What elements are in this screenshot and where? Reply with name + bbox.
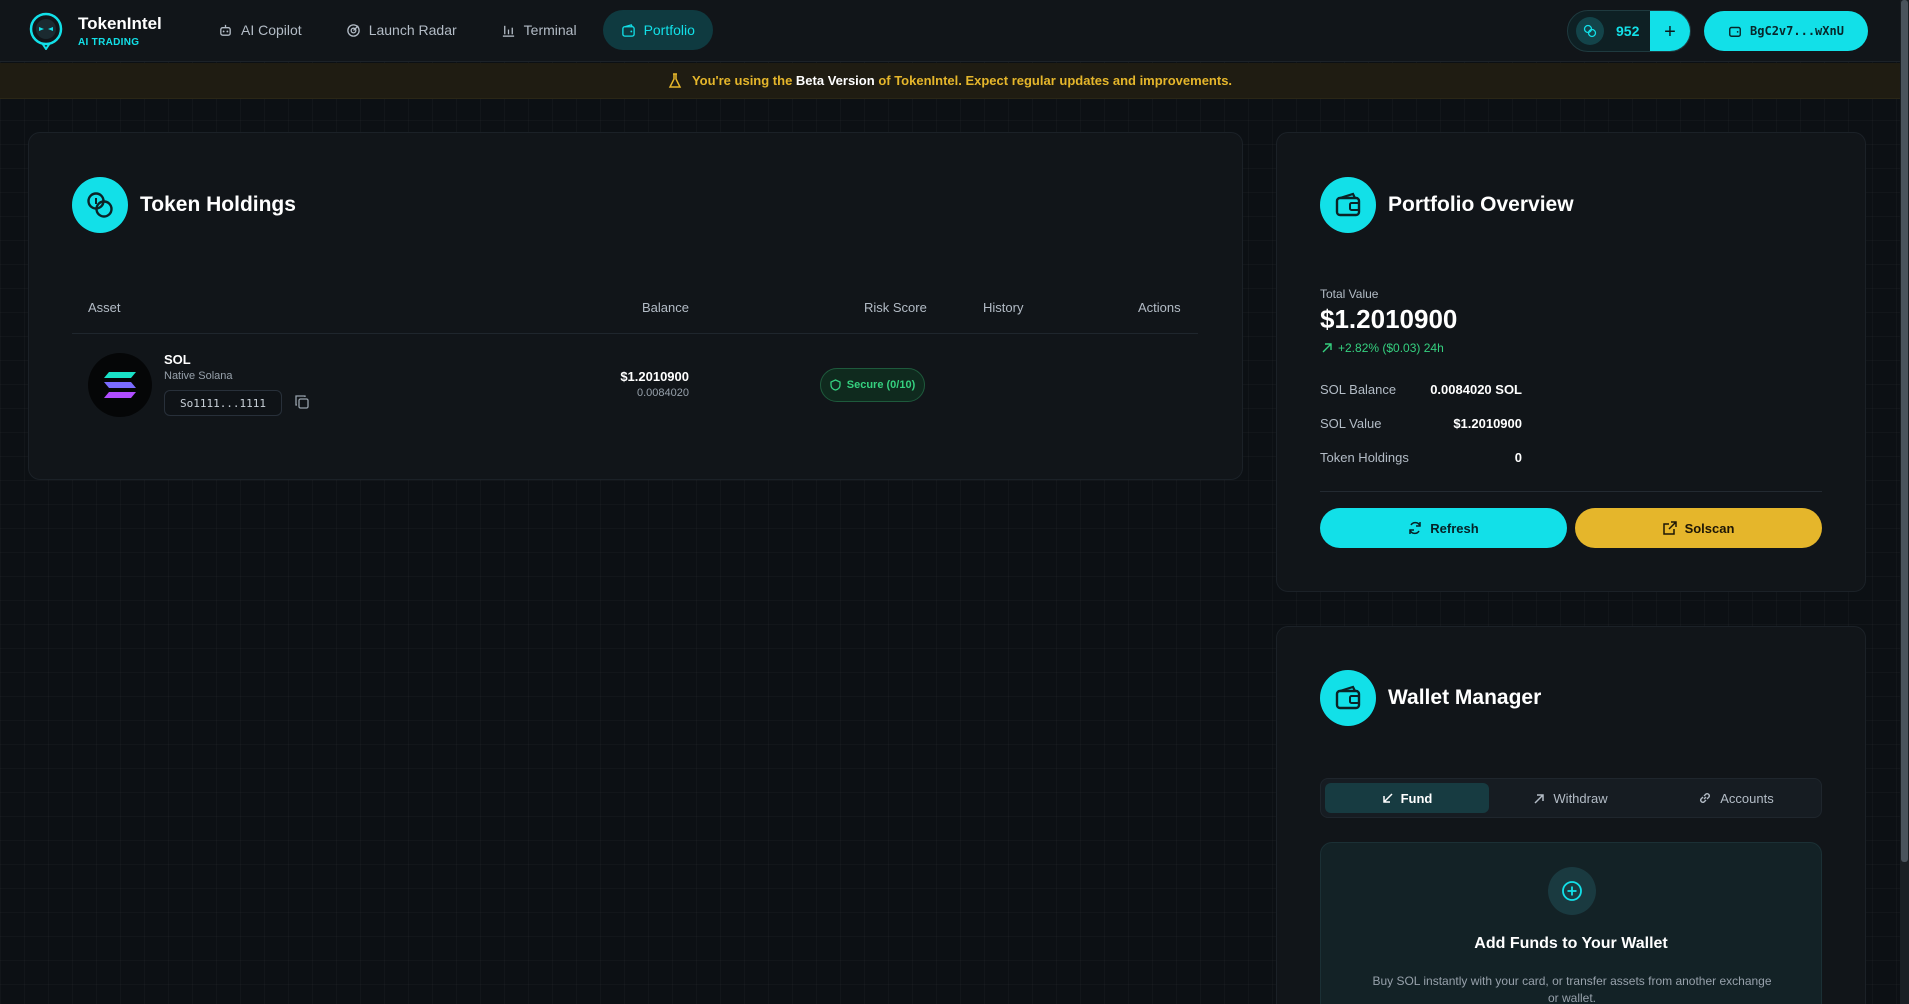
nav-item-terminal[interactable]: Terminal [483,10,595,50]
overview-title: Portfolio Overview [1388,193,1574,216]
copy-icon[interactable] [294,394,310,410]
credits-count: 952 [1616,23,1640,39]
wallet-icon [1729,26,1741,37]
value-change-text: +2.82% ($0.03) 24h [1338,341,1444,355]
total-value-label: Total Value [1320,287,1379,301]
wallet-manager-tabs: Fund Withdraw Accounts [1320,778,1822,818]
radar-icon [346,23,360,37]
fund-panel: Add Funds to Your Wallet Buy SOL instant… [1320,842,1822,1004]
column-balance: Balance [642,300,689,315]
risk-score-badge: Secure (0/10) [820,368,925,402]
column-actions: Actions [1138,300,1181,315]
token-address: So1111...1111 [164,390,282,416]
sol-balance-label: SOL Balance [1320,382,1397,397]
refresh-icon [1409,521,1422,535]
arrow-up-right-icon [1534,793,1545,804]
credits-widget[interactable]: 952 + [1567,10,1691,52]
brand-subtitle: AI TRADING [78,37,140,48]
nav-item-portfolio[interactable]: Portfolio [602,10,713,50]
shield-icon [830,379,841,391]
table-header-divider [72,333,1198,334]
tab-label: Fund [1400,790,1433,806]
token-holdings-value: 0 [1514,450,1522,465]
token-holdings-card [28,132,1243,480]
token-balance-value: $1.2010900 [620,369,689,384]
coins-icon [1576,17,1604,45]
top-header: TokenIntel AI TRADING AI Copilot Launch … [0,0,1900,62]
solana-logo-icon [88,353,152,417]
banner-suffix: of TokenIntel. Expect regular updates an… [878,73,1233,88]
token-symbol: SOL [164,352,191,367]
arrow-down-left-icon [1382,792,1393,803]
tab-label: Withdraw [1553,790,1608,806]
refresh-label: Refresh [1430,520,1479,536]
refresh-button[interactable]: Refresh [1320,508,1567,548]
coins-icon [72,177,128,233]
nav-label: Portfolio [643,22,695,38]
scrollbar-thumb[interactable] [1901,0,1908,862]
column-risk-score: Risk Score [864,300,927,315]
wallet-icon [1320,177,1376,233]
main-nav: AI Copilot Launch Radar Terminal Portfol… [200,10,713,52]
tab-label: Accounts [1720,790,1774,806]
tab-fund[interactable]: Fund [1325,783,1489,813]
token-holdings-label: Token Holdings [1320,450,1409,465]
column-history: History [983,300,1024,315]
plus-circle-icon[interactable] [1548,867,1596,915]
nav-label: Terminal [523,22,577,38]
banner-prefix: You're using the [691,73,793,88]
token-name: Native Solana [164,370,233,382]
token-balance-amount: 0.0084020 [637,387,689,399]
flask-icon [668,72,682,88]
fund-description: Buy SOL instantly with your card, or tra… [1372,974,1772,1004]
wallet-address-button[interactable]: BgC2v7...wXnU [1704,11,1868,51]
risk-score-label: Secure (0/10) [846,379,916,391]
beta-banner: You're using the Beta Version of TokenIn… [0,63,1900,99]
holdings-title: Token Holdings [140,193,296,216]
sol-value-label: SOL Value [1320,416,1382,431]
brand-name: TokenIntel [78,14,162,33]
wallet-icon [1320,670,1376,726]
fund-title: Add Funds to Your Wallet [1474,935,1668,952]
overview-divider [1320,491,1822,492]
column-asset: Asset [88,300,121,315]
tab-withdraw[interactable]: Withdraw [1489,783,1653,813]
wallet-manager-title: Wallet Manager [1388,686,1542,709]
wallet-icon [621,23,635,37]
solscan-button[interactable]: Solscan [1575,508,1822,548]
solscan-label: Solscan [1684,520,1735,536]
wallet-address: BgC2v7...wXnU [1750,24,1844,38]
value-change: +2.82% ($0.03) 24h [1322,341,1444,355]
sol-value-value: $1.2010900 [1453,416,1522,431]
external-link-icon [1662,521,1677,535]
nav-label: AI Copilot [241,22,302,38]
tokenintel-logo-icon[interactable] [28,12,64,51]
banner-highlight: Beta Version [795,73,875,88]
robot-icon [220,24,231,36]
nav-label: Launch Radar [368,22,457,38]
bar-chart-icon [502,25,514,37]
arrow-up-right-icon [1322,343,1332,353]
nav-item-launch-radar[interactable]: Launch Radar [328,10,475,50]
add-credits-button[interactable]: + [1650,11,1690,51]
sol-balance-value: 0.0084020 SOL [1430,382,1522,397]
tab-accounts[interactable]: Accounts [1654,783,1818,813]
link-icon [1700,793,1711,803]
nav-item-ai-copilot[interactable]: AI Copilot [200,10,320,50]
total-value: $1.2010900 [1320,304,1458,334]
